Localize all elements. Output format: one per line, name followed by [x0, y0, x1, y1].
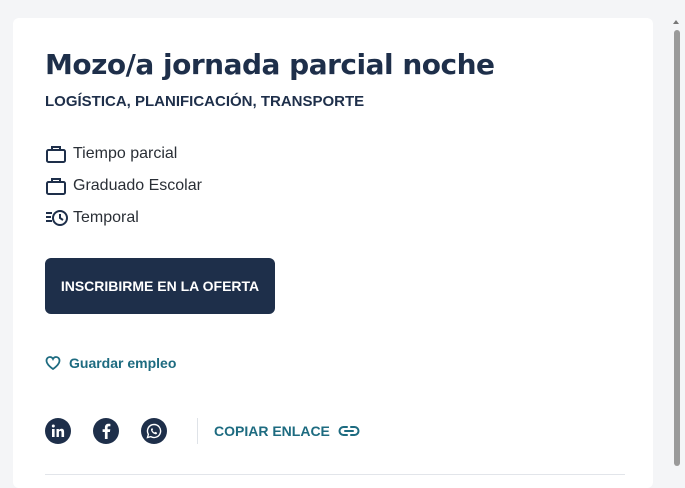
- clock-list-icon: [45, 207, 69, 229]
- job-category: LOGÍSTICA, PLANIFICACIÓN, TRANSPORTE: [45, 93, 365, 110]
- briefcase-icon: [45, 143, 69, 165]
- section-divider: [45, 474, 625, 475]
- copy-link-button[interactable]: COPIAR ENLACE: [214, 423, 360, 439]
- scroll-up-arrow-icon[interactable]: [673, 20, 679, 24]
- job-card: Mozo/a jornada parcial noche LOGÍSTICA, …: [13, 18, 653, 488]
- scrollbar[interactable]: [669, 18, 685, 479]
- share-bar: COPIAR ENLACE: [45, 418, 360, 444]
- save-job-link[interactable]: Guardar empleo: [45, 355, 176, 371]
- attribute-contract: Temporal: [45, 202, 202, 234]
- share-divider: [197, 418, 198, 444]
- job-title: Mozo/a jornada parcial noche: [45, 48, 495, 81]
- attribute-education: Graduado Escolar: [45, 170, 202, 202]
- whatsapp-icon[interactable]: [141, 418, 167, 444]
- attribute-label: Temporal: [73, 209, 139, 226]
- briefcase-icon: [45, 175, 69, 197]
- copy-link-label: COPIAR ENLACE: [214, 423, 330, 439]
- save-job-label: Guardar empleo: [69, 355, 177, 371]
- job-attributes: Tiempo parcial Graduado Escolar Temporal: [45, 138, 202, 234]
- apply-button[interactable]: INSCRIBIRME EN LA OFERTA: [45, 258, 275, 314]
- attribute-label: Tiempo parcial: [73, 145, 178, 162]
- link-icon: [338, 424, 360, 438]
- attribute-workday: Tiempo parcial: [45, 138, 202, 170]
- heart-icon: [45, 356, 61, 370]
- linkedin-icon[interactable]: [45, 418, 71, 444]
- scroll-thumb[interactable]: [674, 30, 680, 466]
- facebook-icon[interactable]: [93, 418, 119, 444]
- attribute-label: Graduado Escolar: [73, 177, 202, 194]
